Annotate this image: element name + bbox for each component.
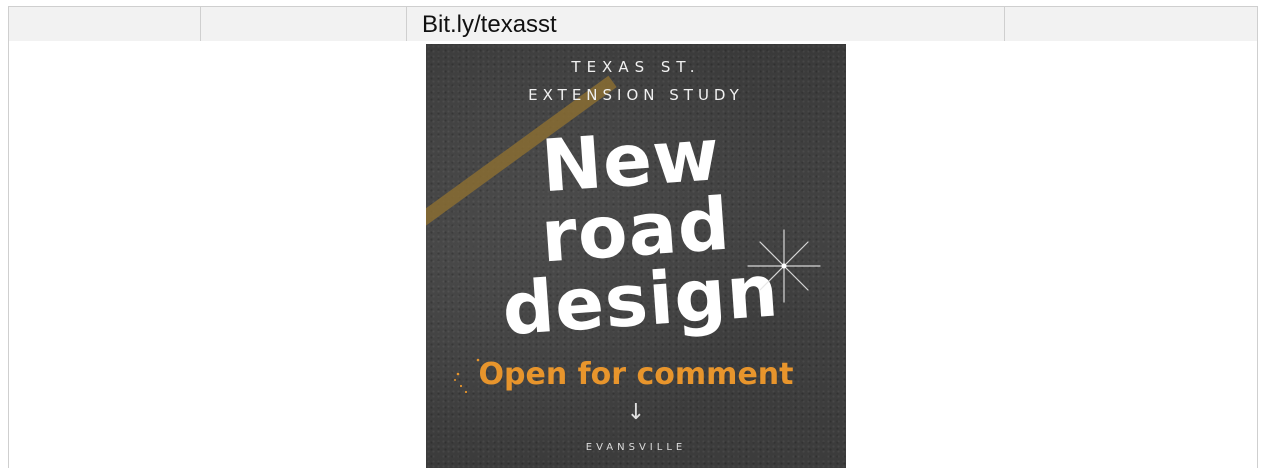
table-header-row: Bit.ly/texasst: [8, 6, 1258, 42]
sparkle-icon: [747, 229, 821, 303]
down-arrow-icon: ↓: [626, 400, 646, 425]
column-divider: [1004, 7, 1005, 41]
poster-subtitle-line2: EXTENSION STUDY: [528, 86, 744, 104]
link-text[interactable]: Bit.ly/texasst: [422, 12, 557, 38]
poster-subtitle-line1: TEXAS ST.: [571, 58, 701, 76]
road-design-poster: TEXAS ST. EXTENSION STUDY New road desig…: [426, 44, 846, 468]
call-to-action-text: Open for comment: [478, 357, 794, 392]
location-label: EVANSVILLE: [585, 442, 687, 453]
column-divider: [200, 7, 201, 41]
column-divider: [406, 7, 407, 41]
document-page: Bit.ly/texasst TEXAS ST. EXTENSION STUDY…: [0, 0, 1266, 468]
